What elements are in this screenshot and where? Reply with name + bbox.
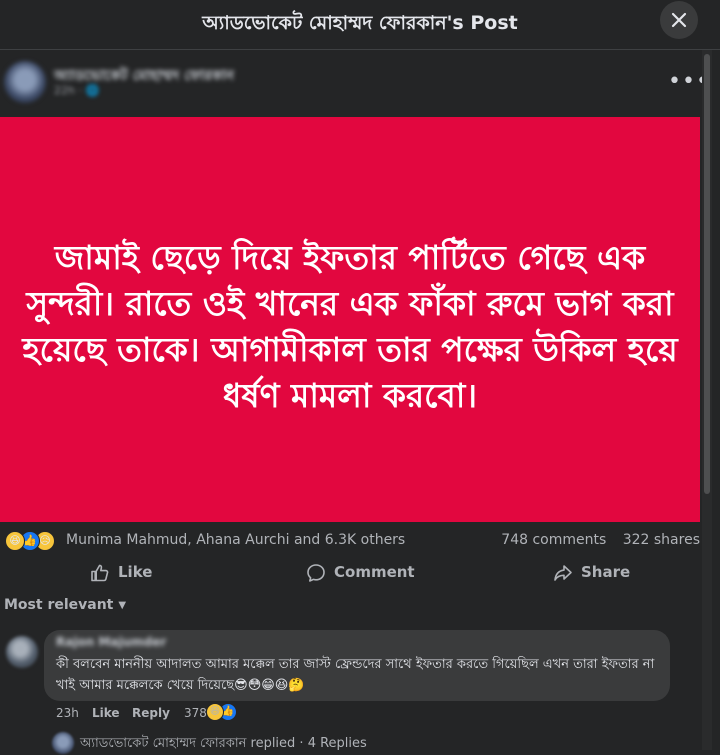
author-avatar[interactable]: [4, 61, 46, 103]
close-button[interactable]: [660, 1, 698, 39]
reaction-icons[interactable]: 😆 👍 😥: [5, 531, 65, 551]
comment-sort-dropdown[interactable]: Most relevant ▼: [4, 597, 126, 613]
chevron-down-icon: ▼: [118, 600, 127, 611]
scrollbar[interactable]: [702, 50, 712, 750]
comment-bubble-icon: [307, 564, 325, 582]
more-options-icon[interactable]: •••: [668, 71, 709, 93]
reactors-text[interactable]: Munima Mahmud, Ahana Aurchi and 6.3K oth…: [66, 532, 405, 548]
close-icon: [671, 12, 687, 28]
commenter-avatar[interactable]: [6, 636, 38, 668]
post-timestamp[interactable]: 22h · 🌐: [54, 84, 99, 97]
replies-preview[interactable]: অ্যাডভোকেট মোহাম্মদ ফোরকান replied · 4 R…: [50, 730, 450, 754]
thumbs-up-icon: [91, 564, 109, 582]
post-author-row: অ্যাডভোকেট মোহাম্মদ ফোরকান 22h · 🌐 •••: [0, 56, 720, 112]
share-label: Share: [581, 563, 631, 581]
share-arrow-icon: [554, 565, 572, 581]
modal-header: অ্যাডভোকেট মোহাম্মদ ফোরকান's Post: [0, 0, 720, 50]
comment-button[interactable]: Comment: [306, 561, 416, 585]
shares-count[interactable]: 322 shares: [623, 532, 700, 548]
comment-reply-button[interactable]: Reply: [132, 706, 170, 720]
post-image-text: জামাই ছেড়ে দিয়ে ইফতার পার্টিতে গেছে এক…: [22, 238, 678, 415]
comment-author[interactable]: Rajon Majumder: [56, 635, 166, 649]
like-button[interactable]: Like: [90, 561, 170, 585]
comment-reaction-count[interactable]: 378: [184, 706, 207, 720]
post-actions: Like Comment Share: [0, 558, 700, 588]
comment-bubble: Rajon Majumder কী বলবেন মাননীয় আদালত আম…: [44, 630, 670, 701]
haha-reaction-icon: 😆: [5, 531, 25, 551]
comment-label: Comment: [334, 563, 415, 581]
comment-like-button[interactable]: Like: [92, 706, 120, 720]
haha-reaction-icon: 😆: [206, 703, 224, 721]
comment-time[interactable]: 23h: [56, 706, 79, 720]
post-image[interactable]: জামাই ছেড়ে দিয়ে ইফতার পার্টিতে গেছে এক…: [0, 117, 700, 522]
engagement-counts: 748 comments 322 shares: [489, 532, 700, 548]
reply-author-avatar: [52, 732, 74, 754]
replies-link[interactable]: অ্যাডভোকেট মোহাম্মদ ফোরকান replied · 4 R…: [80, 734, 367, 755]
share-button[interactable]: Share: [553, 561, 643, 585]
like-label: Like: [118, 563, 153, 581]
sort-label: Most relevant: [4, 597, 114, 613]
comment-text: কী বলবেন মাননীয় আদালত আমার মক্কেল তার জ…: [56, 657, 655, 693]
comments-count[interactable]: 748 comments: [501, 532, 606, 548]
comment-reaction-icons[interactable]: 😆 👍: [206, 703, 246, 723]
reactions-summary: 😆 👍 😥 Munima Mahmud, Ahana Aurchi and 6.…: [0, 528, 700, 554]
scrollbar-thumb[interactable]: [704, 54, 710, 494]
modal-title: অ্যাডভোকেট মোহাম্মদ ফোরকান's Post: [202, 12, 518, 34]
